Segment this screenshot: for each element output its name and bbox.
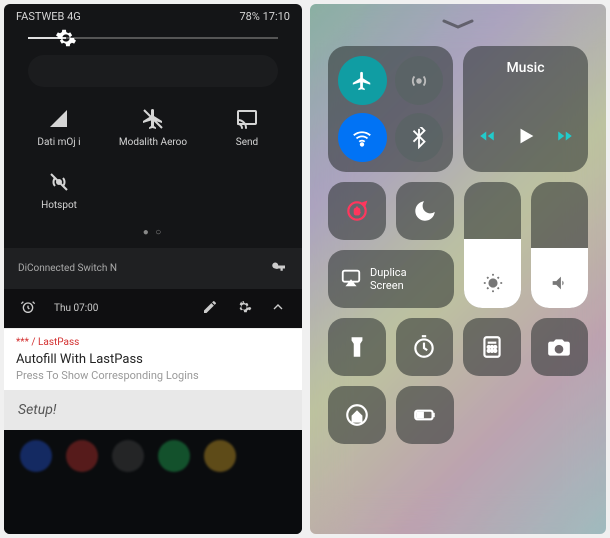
gear-icon[interactable] — [236, 299, 252, 318]
notification-subtitle: Press To Show Corresponding Logins — [16, 369, 290, 382]
tile-label: Hotspot — [41, 200, 77, 211]
forward-icon[interactable] — [555, 127, 575, 149]
bluetooth-toggle[interactable] — [395, 113, 444, 162]
tile-label: Send — [236, 137, 258, 148]
notification-app: *** / LastPass — [16, 337, 290, 348]
edit-icon[interactable] — [202, 299, 218, 318]
connectivity-card — [328, 46, 453, 172]
brightness-slider[interactable] — [4, 27, 302, 47]
android-quick-settings: FASTWEB 4G 78% 17:10 Dati mOj i — [4, 4, 302, 534]
screen-mirroring-label: Duplica Screen — [370, 266, 442, 292]
cast-icon — [235, 107, 259, 131]
timer-button[interactable] — [396, 318, 454, 376]
do-not-disturb-toggle[interactable] — [396, 182, 454, 240]
status-right: 78% 17:10 — [239, 10, 290, 23]
carrier-label: FASTWEB 4G — [16, 10, 81, 23]
play-icon[interactable] — [515, 124, 537, 152]
connected-device-label: DiConnected Switch N — [18, 263, 117, 274]
tile-label: Modalith Aeroo — [119, 137, 187, 148]
search-shortcut[interactable] — [28, 55, 278, 87]
ios-control-center: Music — [310, 4, 606, 534]
airplane-off-icon — [141, 107, 165, 131]
connected-device-row[interactable]: DiConnected Switch N — [4, 248, 302, 289]
chevron-down-icon[interactable] — [440, 16, 476, 35]
music-label: Music — [506, 60, 544, 76]
wifi-toggle[interactable] — [338, 113, 387, 162]
rewind-icon[interactable] — [477, 127, 497, 149]
notification-card[interactable]: *** / LastPass Autofill With LastPass Pr… — [4, 328, 302, 390]
tile-mobile-data[interactable]: Dati mOj i — [12, 101, 106, 154]
playback-controls — [477, 124, 575, 152]
signal-icon — [47, 107, 71, 131]
calculator-button[interactable] — [463, 318, 521, 376]
screen-mirroring-button[interactable]: Duplica Screen — [328, 250, 454, 308]
tile-cast[interactable]: Send — [200, 101, 294, 154]
tile-airplane[interactable]: Modalith Aeroo — [106, 101, 200, 154]
volume-icon — [549, 272, 571, 298]
brightness-slider[interactable] — [464, 182, 521, 308]
airplay-icon — [340, 267, 362, 292]
airplane-toggle[interactable] — [338, 56, 387, 105]
brightness-icon — [482, 272, 504, 298]
page-dots: ● ○ — [4, 217, 302, 248]
low-power-toggle[interactable] — [396, 386, 454, 444]
alarm-label: Thu 07:00 — [54, 303, 98, 314]
home-button[interactable] — [328, 386, 386, 444]
hotspot-off-icon — [47, 170, 71, 194]
chevron-up-icon[interactable] — [270, 299, 286, 318]
notification-title: Autofill With LastPass — [16, 352, 290, 367]
android-home-blur — [4, 430, 302, 534]
music-card[interactable]: Music — [463, 46, 588, 172]
settings-footer: Thu 07:00 — [4, 289, 302, 328]
tile-hotspot[interactable]: Hotspot — [12, 164, 106, 217]
cellular-toggle[interactable] — [395, 56, 444, 105]
camera-button[interactable] — [531, 318, 589, 376]
volume-slider[interactable] — [531, 182, 588, 308]
setup-button[interactable]: Setup! — [4, 390, 302, 430]
gear-icon[interactable] — [55, 27, 77, 49]
status-bar: FASTWEB 4G 78% 17:10 — [4, 4, 302, 27]
alarm-icon — [20, 299, 36, 318]
tile-label: Dati mOj i — [37, 137, 80, 148]
flashlight-toggle[interactable] — [328, 318, 386, 376]
rotation-lock-toggle[interactable] — [328, 182, 386, 240]
key-icon — [270, 258, 288, 279]
quick-settings-grid: Dati mOj i Modalith Aeroo Send Hotspot — [4, 97, 302, 217]
